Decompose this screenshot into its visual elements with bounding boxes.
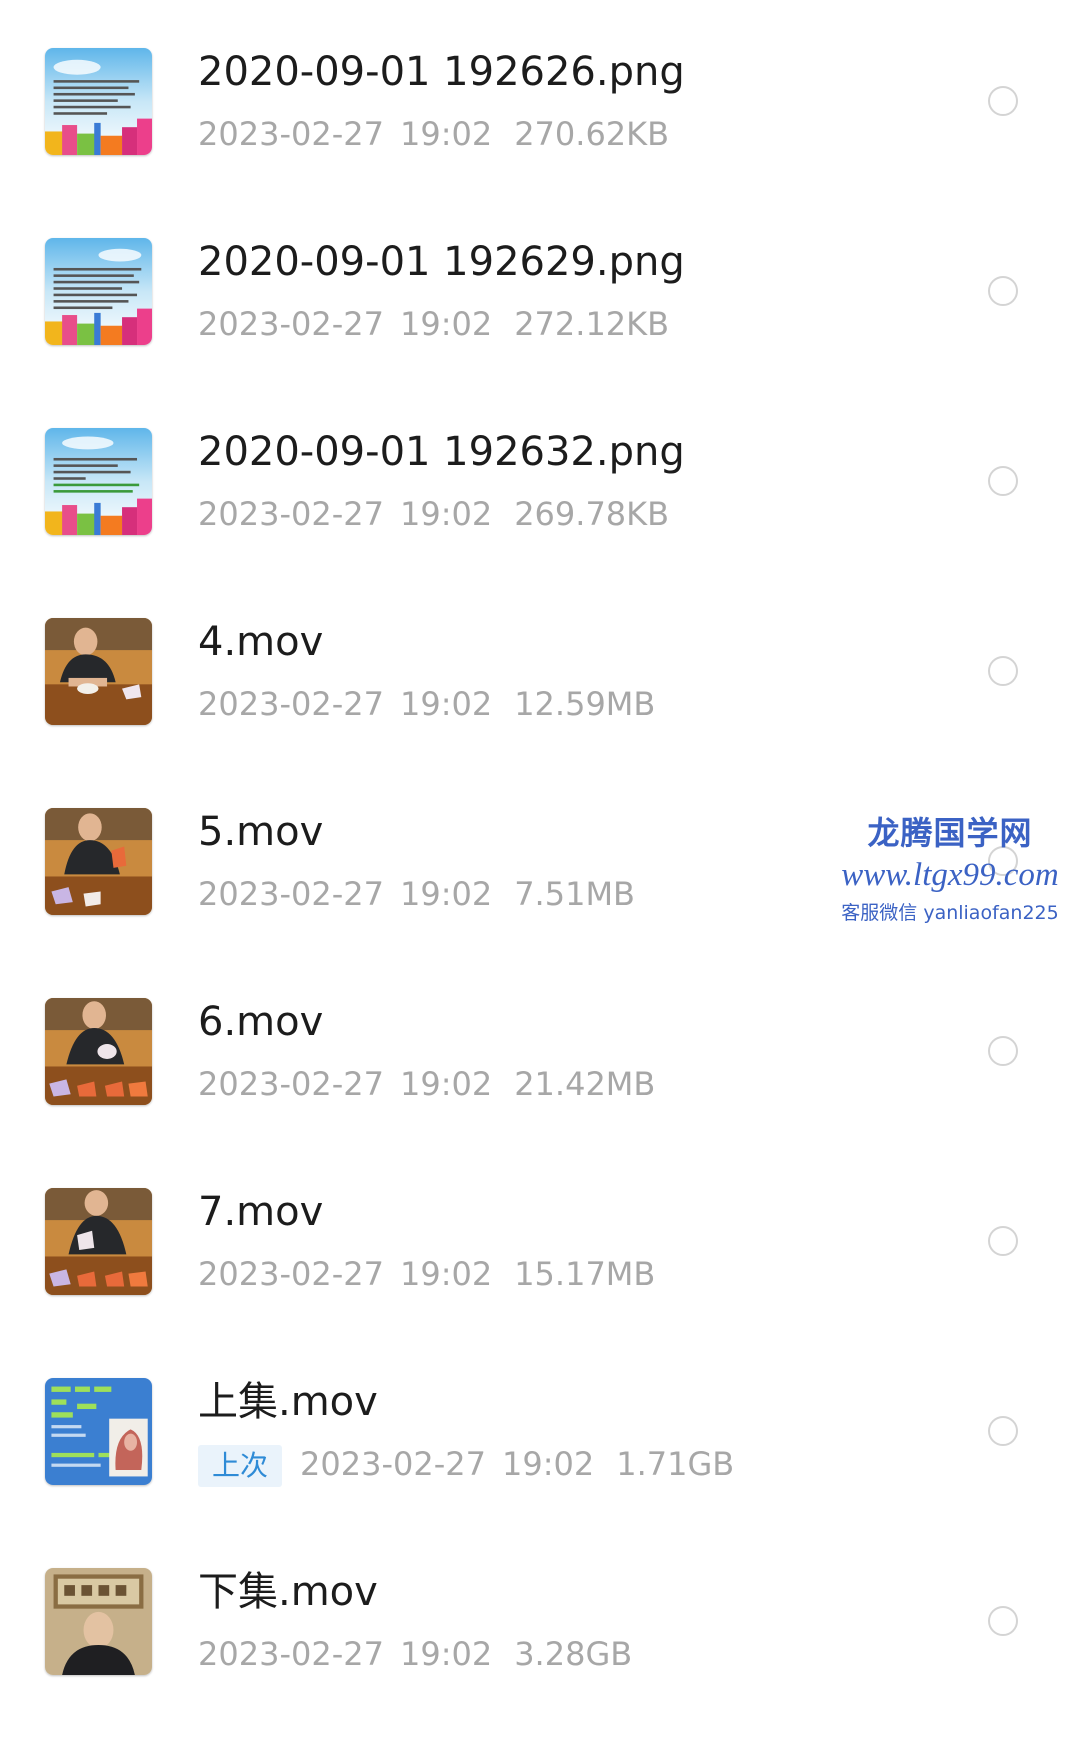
file-meta: 2023-02-27 19:02 7.51MB [198, 874, 635, 914]
file-name: 6.mov [198, 999, 324, 1045]
file-row[interactable]: 6.mov 2023-02-27 19:02 21.42MB [0, 950, 1080, 1141]
file-row[interactable]: 2020-09-01 192629.png 2023-02-27 19:02 272… [0, 190, 1080, 381]
file-row[interactable]: 4.mov 2023-02-27 19:02 12.59MB [0, 570, 1080, 761]
file-name: 上集.mov [198, 1379, 378, 1425]
file-size: 269.78KB [514, 495, 670, 533]
file-name: 7.mov [198, 1189, 324, 1235]
file-size: 15.17MB [514, 1255, 656, 1293]
video-thumbnail [45, 1188, 152, 1295]
file-name: 2020-09-01 192632.png [198, 429, 685, 475]
select-radio[interactable] [988, 1606, 1018, 1636]
file-date: 2023-02-27 [198, 115, 384, 153]
file-time: 19:02 [399, 1255, 493, 1293]
select-radio[interactable] [988, 846, 1018, 876]
file-size: 3.28GB [514, 1635, 633, 1673]
file-time: 19:02 [399, 115, 493, 153]
file-meta: 2023-02-27 19:02 270.62KB [198, 114, 669, 154]
file-time: 19:02 [501, 1445, 595, 1483]
file-name: 5.mov [198, 809, 324, 855]
file-date: 2023-02-27 [300, 1445, 486, 1483]
file-time: 19:02 [399, 685, 493, 723]
file-size: 272.12KB [514, 305, 670, 343]
file-date: 2023-02-27 [198, 875, 384, 913]
file-size: 1.71GB [616, 1445, 735, 1483]
image-thumbnail [45, 238, 152, 345]
speaker-video-thumbnail [45, 1568, 152, 1675]
last-viewed-badge: 上次 [198, 1445, 283, 1487]
file-date: 2023-02-27 [198, 685, 384, 723]
file-date: 2023-02-27 [198, 495, 384, 533]
video-thumbnail [45, 998, 152, 1105]
file-row[interactable]: 2020-09-01 192632.png 2023-02-27 19:02 269… [0, 380, 1080, 571]
file-date: 2023-02-27 [198, 1065, 384, 1103]
file-row[interactable]: 下集.mov 2023-02-27 19:02 3.28GB [0, 1520, 1080, 1711]
file-size: 7.51MB [514, 875, 635, 913]
select-radio[interactable] [988, 1226, 1018, 1256]
file-name: 2020-09-01 192629.png [198, 239, 685, 285]
file-row[interactable]: 5.mov 2023-02-27 19:02 7.51MB [0, 760, 1080, 951]
select-radio[interactable] [988, 86, 1018, 116]
file-time: 19:02 [399, 495, 493, 533]
select-radio[interactable] [988, 466, 1018, 496]
file-list: 2020-09-01 192626.png 2023-02-27 19:02 270… [0, 0, 1080, 1761]
file-date: 2023-02-27 [198, 305, 384, 343]
file-name: 下集.mov [198, 1569, 378, 1615]
file-time: 19:02 [399, 875, 493, 913]
image-thumbnail [45, 428, 152, 535]
file-meta: 2023-02-27 19:02 21.42MB [198, 1064, 655, 1104]
video-thumbnail [45, 618, 152, 725]
file-meta: 2023-02-27 19:02 272.12KB [198, 304, 669, 344]
file-size: 21.42MB [514, 1065, 656, 1103]
select-radio[interactable] [988, 1416, 1018, 1446]
file-meta: 2023-02-27 19:02 3.28GB [198, 1634, 632, 1674]
select-radio[interactable] [988, 1036, 1018, 1066]
file-time: 19:02 [399, 1635, 493, 1673]
file-meta: 2023-02-27 19:02 12.59MB [198, 684, 655, 724]
file-meta: 上次 2023-02-27 19:02 1.71GB [198, 1444, 734, 1487]
file-name: 2020-09-01 192626.png [198, 49, 685, 95]
file-size: 12.59MB [514, 685, 656, 723]
image-thumbnail [45, 48, 152, 155]
diagram-video-thumbnail [45, 1378, 152, 1485]
file-name: 4.mov [198, 619, 324, 665]
file-meta: 2023-02-27 19:02 269.78KB [198, 494, 669, 534]
file-time: 19:02 [399, 305, 493, 343]
select-radio[interactable] [988, 656, 1018, 686]
file-date: 2023-02-27 [198, 1635, 384, 1673]
file-date: 2023-02-27 [198, 1255, 384, 1293]
file-row[interactable]: 2020-09-01 192626.png 2023-02-27 19:02 270… [0, 0, 1080, 191]
select-radio[interactable] [988, 276, 1018, 306]
video-thumbnail [45, 808, 152, 915]
file-size: 270.62KB [514, 115, 670, 153]
file-time: 19:02 [399, 1065, 493, 1103]
file-meta: 2023-02-27 19:02 15.17MB [198, 1254, 655, 1294]
file-row[interactable]: 上集.mov 上次 2023-02-27 19:02 1.71GB [0, 1330, 1080, 1521]
file-row[interactable]: 7.mov 2023-02-27 19:02 15.17MB [0, 1140, 1080, 1331]
